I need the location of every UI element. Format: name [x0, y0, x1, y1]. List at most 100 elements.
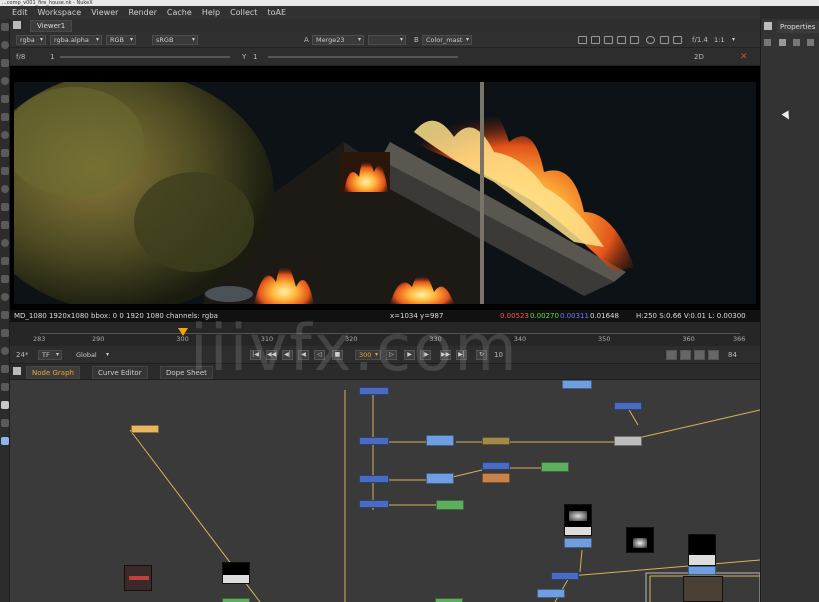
gamma-slider[interactable]	[268, 56, 458, 58]
other-tool-icon[interactable]	[1, 275, 9, 283]
viewer-canvas[interactable]	[10, 66, 760, 310]
read-thumbnail-b[interactable]	[626, 527, 654, 553]
node-grade-b[interactable]	[426, 473, 454, 484]
node-final-merge[interactable]	[614, 436, 642, 446]
node-read-d[interactable]	[537, 589, 565, 598]
menu-viewer[interactable]: Viewer	[91, 8, 118, 17]
back-increment-button[interactable]: ◀|	[282, 350, 293, 360]
cara-tool-icon[interactable]	[1, 365, 9, 373]
menu-cache[interactable]: Cache	[167, 8, 192, 17]
read-thumbnail-a[interactable]	[564, 504, 592, 536]
script-tool-icon[interactable]	[1, 383, 9, 391]
node-color-correct[interactable]	[482, 437, 510, 445]
menu-help[interactable]: Help	[202, 8, 220, 17]
node-read-a[interactable]	[564, 538, 592, 548]
current-frame-field[interactable]: 300	[355, 350, 381, 360]
first-frame-button[interactable]: |◀	[250, 350, 261, 360]
properties-float-icon[interactable]	[807, 39, 814, 46]
node-yellow[interactable]	[131, 425, 159, 433]
properties-max-icon[interactable]	[764, 39, 771, 46]
end-frame-field[interactable]: 84	[728, 350, 737, 360]
proxy-icon[interactable]	[646, 36, 655, 44]
furnace-tool-icon[interactable]	[1, 293, 9, 301]
node-green-d[interactable]	[435, 598, 463, 602]
tab-properties[interactable]: Properties	[777, 21, 819, 33]
view-mode[interactable]: 2D	[694, 52, 704, 62]
viewer-panel-icon[interactable]	[13, 21, 21, 29]
alpha-channel-dropdown[interactable]: rgba.alpha	[50, 35, 102, 45]
node-merge-d[interactable]	[359, 500, 389, 508]
menu-edit[interactable]: Edit	[12, 8, 28, 17]
tab-dope-sheet[interactable]: Dope Sheet	[160, 366, 213, 379]
roi-icon[interactable]	[578, 36, 587, 44]
properties-lock-icon[interactable]	[779, 39, 786, 46]
checker-icon[interactable]	[604, 36, 613, 44]
properties-clear-icon[interactable]	[793, 39, 800, 46]
flipbook-icon[interactable]	[666, 350, 677, 360]
scale-dropdown[interactable]: 1:1	[710, 35, 738, 45]
play-forward-button[interactable]: ▷	[386, 350, 397, 360]
read-thumbnail-d[interactable]	[124, 565, 152, 591]
node-grade-a[interactable]	[426, 435, 454, 446]
node-read-top[interactable]	[562, 380, 592, 389]
image-tool-icon[interactable]	[1, 23, 9, 31]
read-thumbnail-e[interactable]	[222, 562, 250, 584]
guides-icon[interactable]	[630, 36, 639, 44]
next-frame-button[interactable]: ▶	[404, 350, 415, 360]
channel-tool-icon[interactable]	[1, 77, 9, 85]
downscale-icon[interactable]	[660, 36, 669, 44]
graph-panel-icon[interactable]	[13, 367, 21, 375]
composite-dropdown[interactable]	[368, 35, 406, 45]
node-graph-canvas[interactable]	[10, 380, 760, 602]
next-keyframe-button[interactable]: ▶▶	[440, 350, 451, 360]
toolsets-tool-icon[interactable]	[1, 257, 9, 265]
tab-node-graph[interactable]: Node Graph	[26, 366, 80, 379]
cache-icon[interactable]	[708, 350, 719, 360]
input-a-dropdown[interactable]: Merge23	[312, 35, 364, 45]
views-tool-icon[interactable]	[1, 203, 9, 211]
overlay-icon[interactable]	[617, 36, 626, 44]
node-green-c[interactable]	[222, 598, 250, 602]
menu-render[interactable]: Render	[128, 8, 156, 17]
gamma-value[interactable]: 1	[253, 52, 257, 62]
last-frame-button[interactable]: ▶|	[456, 350, 467, 360]
settings-tool-icon[interactable]	[1, 419, 9, 427]
node-merge-b[interactable]	[482, 462, 510, 470]
panel-menu-icon[interactable]	[764, 22, 772, 30]
menu-collect[interactable]: Collect	[230, 8, 257, 17]
plugins-tool-icon[interactable]	[1, 347, 9, 355]
timeline[interactable]: 283 290 300 310 320 330 340 350 360 366	[10, 322, 760, 346]
metadata-tool-icon[interactable]	[1, 221, 9, 229]
node-green-a[interactable]	[541, 462, 569, 472]
draw-tool-icon[interactable]	[1, 41, 9, 49]
forward-increment-button[interactable]: |▶	[420, 350, 431, 360]
input-b-dropdown[interactable]: Color_mast	[422, 35, 472, 45]
gain-slider[interactable]	[60, 56, 230, 58]
node-read-c[interactable]	[688, 566, 716, 575]
stop-button[interactable]: ■	[332, 350, 343, 360]
3d-tool-icon[interactable]	[1, 185, 9, 193]
clip-icon[interactable]	[591, 36, 600, 44]
prev-keyframe-button[interactable]: ◀◀	[266, 350, 277, 360]
time-tool-icon[interactable]	[1, 59, 9, 67]
frame-range-label[interactable]: f/1.4	[692, 35, 708, 45]
transform-tool-icon[interactable]	[1, 167, 9, 175]
ocula-tool-icon[interactable]	[1, 311, 9, 319]
increment-field[interactable]: 10	[494, 350, 503, 360]
tab-curve-editor[interactable]: Curve Editor	[92, 366, 148, 379]
tab-viewer1[interactable]: Viewer1	[30, 20, 73, 32]
menu-toae[interactable]: toAE	[267, 8, 286, 17]
lut-dropdown[interactable]: sRGB	[152, 35, 198, 45]
playhead-marker[interactable]	[178, 328, 189, 336]
gain-value[interactable]: 1	[50, 52, 54, 62]
prev-frame-button[interactable]: ◀	[298, 350, 309, 360]
node-merge-top[interactable]	[359, 387, 389, 395]
render-icon[interactable]	[680, 350, 691, 360]
error-x-icon[interactable]: ✕	[740, 53, 748, 62]
particles-tool-icon[interactable]	[1, 239, 9, 247]
channels-dropdown[interactable]: rgba	[16, 35, 46, 45]
scope-dropdown[interactable]: Global	[72, 350, 112, 360]
zoom-fstop[interactable]: f/8	[16, 52, 25, 62]
monitor-icon[interactable]	[694, 350, 705, 360]
node-merge-c[interactable]	[359, 475, 389, 483]
